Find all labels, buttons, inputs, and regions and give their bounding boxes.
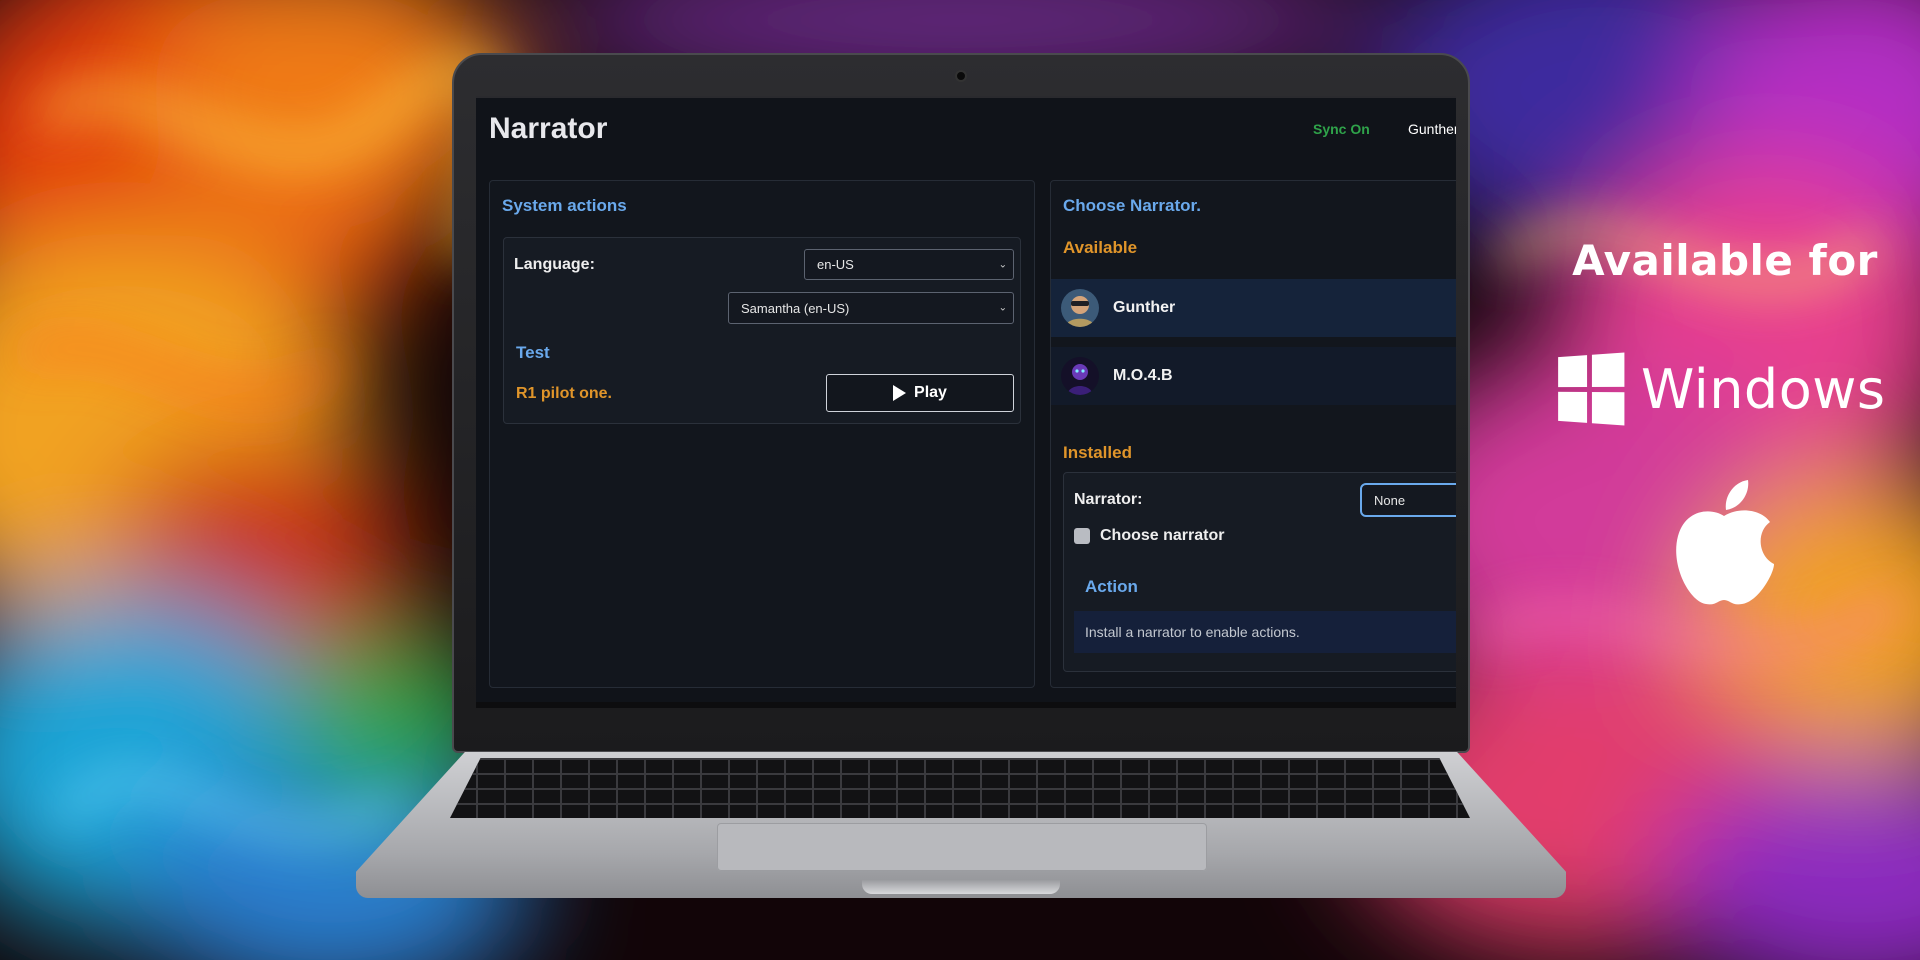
narrator-name: M.O.4.B <box>1113 367 1173 384</box>
windows-platform: Windows <box>1555 352 1886 426</box>
choose-narrator-panel: Choose Narrator. Available Gunther M.O.4… <box>1050 180 1456 688</box>
system-actions-title: System actions <box>502 196 627 215</box>
language-label: Language: <box>514 256 595 273</box>
play-icon <box>893 385 907 401</box>
chevron-down-icon: ⌄ <box>998 302 1007 314</box>
action-message: Install a narrator to enable actions. <box>1074 611 1456 653</box>
keyboard <box>450 758 1470 818</box>
camera-icon <box>955 70 967 82</box>
action-title: Action <box>1085 577 1138 596</box>
installed-card: Narrator: None Choose narrator Action In… <box>1063 472 1456 672</box>
test-title: Test <box>516 343 550 362</box>
installed-title: Installed <box>1063 443 1132 462</box>
voice-select-value: Samantha (en-US) <box>741 300 850 316</box>
windows-label: Windows <box>1641 357 1886 421</box>
narrator-item-gunther[interactable]: Gunther <box>1051 279 1456 337</box>
promo-title: Available for <box>1572 236 1878 285</box>
laptop-notch <box>862 880 1060 894</box>
voice-select[interactable]: Samantha (en-US) ⌄ <box>728 292 1014 324</box>
trackpad <box>717 823 1207 871</box>
choose-narrator-title: Choose Narrator. <box>1063 196 1201 215</box>
play-button-label: Play <box>914 384 947 401</box>
narrator-name: Gunther <box>1113 299 1176 316</box>
windows-icon <box>1558 352 1625 426</box>
avatar <box>1061 357 1099 395</box>
language-card: Language: en-US ⌄ Samantha (en-US) ⌄ Tes… <box>503 237 1021 424</box>
test-text: R1 pilot one. <box>516 385 612 402</box>
app-title: Narrator <box>489 112 608 145</box>
choose-narrator-checkbox[interactable] <box>1074 528 1090 544</box>
narrator-label: Narrator: <box>1074 491 1143 508</box>
language-select[interactable]: en-US ⌄ <box>804 249 1014 280</box>
chevron-down-icon: ⌄ <box>998 259 1007 270</box>
choose-narrator-label: Choose narrator <box>1100 527 1225 544</box>
app-screen: Narrator Sync On Gunther System actions … <box>476 96 1456 702</box>
available-title: Available <box>1063 238 1138 257</box>
choose-narrator-row[interactable]: Choose narrator <box>1074 527 1224 545</box>
avatar <box>1061 289 1099 327</box>
language-select-value: en-US <box>817 257 854 272</box>
narrator-select[interactable]: None <box>1360 483 1456 517</box>
narrator-select-value: None <box>1374 492 1406 508</box>
narrator-item-mo4b[interactable]: M.O.4.B <box>1051 347 1456 405</box>
system-actions-panel: System actions Language: en-US ⌄ Samanth… <box>489 180 1035 688</box>
apple-icon <box>1676 480 1774 605</box>
sync-status[interactable]: Sync On <box>1313 121 1370 137</box>
play-button[interactable]: Play <box>826 374 1014 412</box>
user-name[interactable]: Gunther <box>1408 121 1456 137</box>
